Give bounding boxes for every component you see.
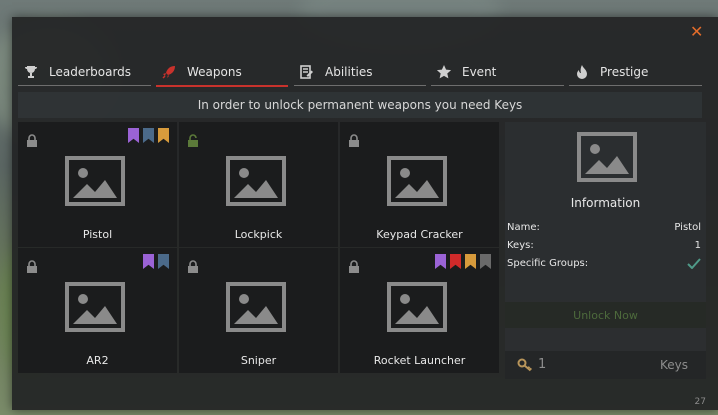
weapon-name: Sniper <box>240 354 277 367</box>
blue-tag-icon <box>143 128 154 143</box>
info-title: Information <box>570 196 641 210</box>
gold-tag-icon <box>465 254 476 269</box>
ability-icon <box>299 64 315 80</box>
tab-prestige[interactable]: Prestige <box>569 58 702 86</box>
lock-icon <box>348 258 360 277</box>
close-button[interactable]: ✕ <box>690 22 703 42</box>
key-icon <box>517 358 533 376</box>
tab-event[interactable]: Event <box>431 58 564 86</box>
gold-tag-icon <box>158 128 169 143</box>
image-placeholder-icon <box>387 156 447 210</box>
rarity-tags <box>435 254 491 269</box>
weapon-card-keypad-cracker[interactable]: Keypad Cracker <box>340 122 499 247</box>
tab-label: Weapons <box>187 64 242 79</box>
info-panel: Information Name: Pistol Keys: 1 Specifi… <box>505 122 706 379</box>
image-placeholder-icon <box>226 282 286 336</box>
info-name-row: Name: Pistol <box>507 222 701 233</box>
rocket-icon <box>161 64 177 80</box>
purple-tag-icon <box>143 254 154 269</box>
weapon-card-rocket-launcher[interactable]: Rocket Launcher <box>340 248 499 373</box>
name-label: Name: <box>507 222 540 233</box>
tab-label: Leaderboards <box>49 64 132 79</box>
gray-tag-icon <box>480 254 491 269</box>
lock-icon <box>348 132 360 151</box>
tab-leaderboards[interactable]: Leaderboards <box>18 58 151 86</box>
weapon-card-ar2[interactable]: AR2 <box>18 248 177 373</box>
purple-tag-icon <box>435 254 446 269</box>
lock-icon <box>26 258 38 277</box>
image-placeholder-icon <box>226 156 286 210</box>
weapon-name: Keypad Cracker <box>376 228 463 241</box>
image-placeholder-icon <box>65 282 125 336</box>
trophy-icon <box>23 64 39 80</box>
unlocked-icon <box>187 132 199 151</box>
star-icon <box>436 64 452 80</box>
weapon-name: Rocket Launcher <box>373 354 466 367</box>
check-icon <box>687 258 701 272</box>
info-banner: In order to unlock permanent weapons you… <box>18 92 702 118</box>
image-placeholder-icon <box>65 156 125 210</box>
info-groups-row: Specific Groups: <box>507 258 701 272</box>
tab-bar: Leaderboards Weapons Abilities Event Pre… <box>18 58 702 87</box>
tab-label: Prestige <box>600 64 649 79</box>
weapon-card-sniper[interactable]: Sniper <box>179 248 338 373</box>
weapon-name: AR2 <box>86 354 109 367</box>
weapon-name: Lockpick <box>234 228 283 241</box>
unlock-now-button[interactable]: Unlock Now <box>505 302 706 328</box>
image-placeholder-icon <box>577 132 637 186</box>
lock-icon <box>26 132 38 151</box>
lock-icon <box>187 258 199 277</box>
name-value: Pistol <box>674 222 701 233</box>
rarity-tags <box>143 254 169 269</box>
flame-icon <box>574 64 590 80</box>
info-keys-row: Keys: 1 <box>507 240 701 251</box>
keys-value: 1 <box>694 240 701 251</box>
weapon-card-lockpick[interactable]: Lockpick <box>179 122 338 247</box>
weapon-card-pistol[interactable]: Pistol <box>18 122 177 247</box>
image-placeholder-icon <box>387 282 447 336</box>
rarity-tags <box>128 128 169 143</box>
purple-tag-icon <box>128 128 139 143</box>
weapon-grid: Pistol Lockpick Keypad Cracker AR2 Snipe… <box>18 122 499 373</box>
blue-tag-icon <box>158 254 169 269</box>
tab-label: Event <box>462 64 497 79</box>
keys-label: Keys: <box>507 240 534 251</box>
red-tag-icon <box>450 254 461 269</box>
tab-label: Abilities <box>325 64 373 79</box>
keys-balance: 1 Keys <box>505 351 706 379</box>
groups-label: Specific Groups: <box>507 258 589 269</box>
corner-number: 27 <box>694 397 706 407</box>
tab-weapons[interactable]: Weapons <box>156 58 288 87</box>
tab-abilities[interactable]: Abilities <box>294 58 426 86</box>
keys-count: 1 <box>538 357 547 372</box>
weapon-name: Pistol <box>82 228 113 241</box>
keys-text: Keys <box>659 358 688 372</box>
